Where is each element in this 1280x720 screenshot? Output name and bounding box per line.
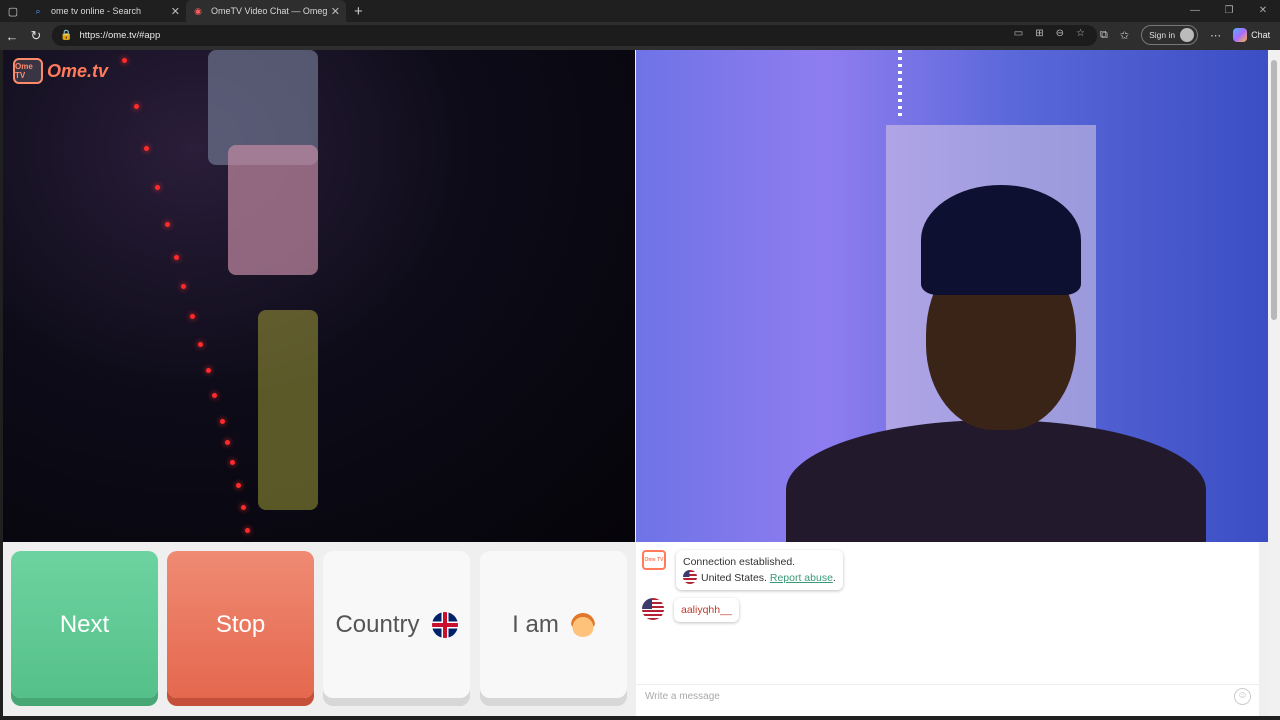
minimize-icon[interactable]: — bbox=[1178, 0, 1212, 22]
tab-title: OmeTV Video Chat — Omegle bbox=[211, 6, 327, 16]
lock-icon: 🔒 bbox=[60, 30, 73, 41]
stop-label: Stop bbox=[215, 610, 266, 638]
browser-tabbar: ▢ ⌕ ome tv online - Search ✕ ◉ OmeTV Vid… bbox=[0, 0, 1280, 22]
can bbox=[258, 310, 318, 510]
scrollbar-thumb[interactable] bbox=[1271, 60, 1277, 320]
boy-face-icon bbox=[570, 612, 595, 637]
ometv-logo-icon: Ome TV bbox=[642, 550, 666, 570]
stop-button[interactable]: Stop bbox=[167, 551, 314, 698]
window-controls: — ❐ ✕ bbox=[1178, 0, 1280, 22]
led-light bbox=[236, 483, 241, 488]
refresh-icon[interactable]: ↻ bbox=[24, 28, 48, 44]
close-window-icon[interactable]: ✕ bbox=[1246, 0, 1280, 22]
led-light bbox=[230, 460, 235, 465]
chat-message: aaliyqhh__ bbox=[642, 598, 739, 622]
sign-in-button[interactable]: Sign in bbox=[1141, 25, 1199, 45]
back-icon[interactable]: ← bbox=[0, 29, 24, 44]
country-text: United States. bbox=[701, 572, 767, 584]
gender-button[interactable]: I am bbox=[480, 551, 627, 698]
led-light bbox=[198, 342, 203, 347]
led-light bbox=[241, 505, 246, 510]
apps-icon[interactable]: ⊞ bbox=[1035, 28, 1043, 39]
us-flag-icon bbox=[642, 598, 664, 620]
period-text: . bbox=[832, 572, 836, 584]
ometv-logo: Ome TV Ome.tv bbox=[13, 58, 108, 84]
chat-label: Chat bbox=[1251, 30, 1271, 40]
next-label: Next bbox=[59, 610, 110, 638]
page-scrollbar[interactable] bbox=[1268, 50, 1280, 716]
report-abuse-link[interactable]: Report abuse bbox=[770, 572, 833, 584]
logo-badge: Ome TV bbox=[13, 58, 43, 84]
led-light bbox=[225, 440, 230, 445]
led-light bbox=[181, 284, 186, 289]
tab-title: ome tv online - Search bbox=[51, 6, 142, 16]
system-message: Ome TV Connection established. United St… bbox=[642, 550, 843, 590]
message-input-area: ☺ bbox=[636, 684, 1259, 708]
block-icon[interactable]: ⊖ bbox=[1056, 28, 1064, 39]
connection-text: Connection established. bbox=[683, 556, 796, 568]
new-tab-icon[interactable]: + bbox=[354, 3, 363, 20]
address-bar[interactable]: 🔒 https://ome.tv/#app ▭ ⊞ ⊖ ☆ bbox=[52, 25, 1097, 46]
next-button[interactable]: Next bbox=[11, 551, 158, 698]
tab-actions-icon[interactable]: ▢ bbox=[0, 0, 26, 22]
url-text: https://ome.tv/#app bbox=[79, 30, 161, 41]
close-tab-icon[interactable]: ✕ bbox=[171, 5, 180, 18]
remote-video bbox=[636, 50, 1268, 542]
chat-panel: Ome TV Connection established. United St… bbox=[636, 542, 1259, 716]
restore-icon[interactable]: ❐ bbox=[1212, 0, 1246, 22]
copilot-chat-button[interactable]: Chat bbox=[1233, 28, 1270, 42]
led-light bbox=[220, 419, 225, 424]
led-light bbox=[206, 368, 211, 373]
local-video: Ome TV Ome.tv bbox=[3, 50, 635, 542]
message-bubble: aaliyqhh__ bbox=[674, 598, 739, 622]
led-light bbox=[245, 528, 250, 533]
emoji-icon[interactable]: ☺ bbox=[1234, 688, 1251, 705]
control-panel: Next Stop Country I am bbox=[3, 542, 635, 716]
gender-label: I am bbox=[512, 610, 559, 638]
search-icon: ⌕ bbox=[35, 5, 41, 16]
led-light bbox=[155, 185, 160, 190]
led-light bbox=[174, 255, 179, 260]
record-icon: ◉ bbox=[194, 5, 202, 16]
person-body bbox=[786, 420, 1206, 542]
uk-flag-icon bbox=[431, 611, 458, 638]
country-button[interactable]: Country bbox=[323, 551, 470, 698]
system-bubble: Connection established. United States. R… bbox=[676, 550, 843, 590]
string-lights bbox=[898, 50, 902, 120]
browser-toolbar: ← ↻ 🔒 https://ome.tv/#app ▭ ⊞ ⊖ ☆ ⧉ ✩ Si… bbox=[0, 22, 1280, 50]
extensions-icon[interactable]: ⧉ bbox=[1100, 29, 1108, 42]
copilot-icon bbox=[1233, 28, 1248, 42]
sign-in-label: Sign in bbox=[1149, 30, 1176, 40]
led-light bbox=[165, 222, 170, 227]
message-input[interactable] bbox=[645, 691, 1205, 702]
ometv-app: Ome TV Ome.tv Next Stop Country I am Ome… bbox=[3, 50, 1268, 716]
tab-ometv[interactable]: ◉ OmeTV Video Chat — Omegle ✕ bbox=[186, 0, 346, 22]
led-light bbox=[212, 393, 217, 398]
avatar bbox=[1180, 28, 1195, 42]
led-light bbox=[144, 146, 149, 151]
bottle bbox=[228, 145, 318, 275]
led-light bbox=[190, 314, 195, 319]
more-icon[interactable]: ⋯ bbox=[1210, 29, 1221, 42]
camera-icon[interactable]: ▭ bbox=[1014, 28, 1023, 39]
led-light bbox=[122, 58, 127, 63]
favorites-icon[interactable]: ✩ bbox=[1120, 29, 1129, 42]
favorite-star-icon[interactable]: ☆ bbox=[1076, 28, 1085, 39]
led-light bbox=[134, 104, 139, 109]
country-line: United States. Report abuse. bbox=[683, 570, 836, 586]
tab-search[interactable]: ⌕ ome tv online - Search ✕ bbox=[26, 0, 186, 22]
country-label: Country bbox=[335, 610, 420, 638]
logo-text: Ome.tv bbox=[47, 60, 109, 81]
us-flag-icon bbox=[683, 570, 697, 584]
person-beanie bbox=[921, 185, 1081, 295]
close-tab-icon[interactable]: ✕ bbox=[331, 5, 340, 18]
message-text: aaliyqhh__ bbox=[681, 604, 732, 616]
